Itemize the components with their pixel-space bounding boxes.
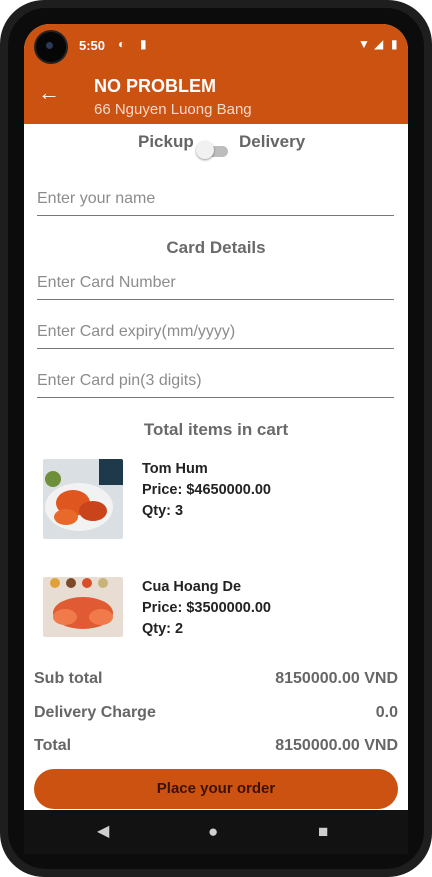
signal-icon: ◢ <box>374 37 384 51</box>
wifi-icon: ▼ <box>358 37 370 51</box>
cart-item-details: Cua Hoang De Price: $3500000.00 Qty: 2 <box>142 577 271 640</box>
place-order-button[interactable]: Place your order <box>34 769 398 809</box>
sim-card-icon: ▮ <box>140 37 147 51</box>
front-camera <box>36 32 66 62</box>
status-time: 5:50 <box>79 38 106 53</box>
toggle-thumb <box>196 141 214 159</box>
order-mode-row: Pickup Delivery <box>24 131 408 165</box>
nav-home-icon[interactable]: ● <box>208 810 218 854</box>
media-icon: ◐ <box>118 37 126 51</box>
nav-recents-icon[interactable]: ■ <box>318 810 328 854</box>
total-label: Total <box>34 737 72 754</box>
card-details-heading: Card Details <box>166 238 266 257</box>
card-expiry-placeholder: Enter Card expiry(mm/yyyy) <box>37 323 236 340</box>
pickup-label: Pickup <box>138 132 194 151</box>
status-bar: 5:50 ◐ ▮ ▼ ◢ ▮ <box>24 24 408 68</box>
item-price: Price: $3500000.00 <box>142 600 271 616</box>
delivery-charge-row: Delivery Charge 0.0 <box>34 704 398 728</box>
subtotal-row: Sub total 8150000.00 VND <box>34 670 398 694</box>
delivery-toggle[interactable] <box>196 141 228 159</box>
app-screen: 5:50 ◐ ▮ ▼ ◢ ▮ ← NO PROBLEM 66 Nguyen Lu… <box>24 24 408 854</box>
subtotal-value: 8150000.00 VND <box>275 670 398 687</box>
card-pin-input[interactable]: Enter Card pin(3 digits) <box>37 369 394 398</box>
cart-heading: Total items in cart <box>143 420 289 439</box>
back-arrow-icon[interactable]: ← <box>38 80 60 106</box>
cart-item[interactable]: Tom Hum Price: $4650000.00 Qty: 3 <box>43 459 393 539</box>
subtotal-label: Sub total <box>34 670 103 687</box>
delivery-label: Delivery <box>239 132 306 151</box>
name-input[interactable]: Enter your name <box>37 187 394 216</box>
total-row: Total 8150000.00 VND <box>34 737 398 761</box>
card-expiry-input[interactable]: Enter Card expiry(mm/yyyy) <box>37 320 394 349</box>
item-name: Tom Hum <box>142 461 208 477</box>
nav-back-icon[interactable]: ◀ <box>97 810 109 854</box>
item-qty: Qty: 2 <box>142 621 184 637</box>
lobster-image <box>43 459 123 539</box>
android-nav-bar: ◀ ● ■ <box>24 810 408 854</box>
item-name: Cua Hoang De <box>142 579 242 595</box>
item-qty: Qty: 3 <box>142 503 184 519</box>
delivery-charge-label: Delivery Charge <box>34 704 156 721</box>
cart-item[interactable]: Cua Hoang De Price: $3500000.00 Qty: 2 <box>43 577 393 657</box>
card-pin-placeholder: Enter Card pin(3 digits) <box>37 372 202 389</box>
card-number-placeholder: Enter Card Number <box>37 274 176 291</box>
name-placeholder: Enter your name <box>37 190 156 207</box>
app-bar: ← NO PROBLEM 66 Nguyen Luong Bang <box>24 68 408 124</box>
battery-icon: ▮ <box>391 37 398 51</box>
restaurant-title: NO PROBLEM <box>94 76 217 96</box>
card-number-input[interactable]: Enter Card Number <box>37 271 394 300</box>
delivery-charge-value: 0.0 <box>375 704 398 721</box>
restaurant-address: 66 Nguyen Luong Bang <box>94 101 252 118</box>
item-price: Price: $4650000.00 <box>142 482 271 498</box>
crab-image <box>43 577 123 637</box>
phone-frame: 5:50 ◐ ▮ ▼ ◢ ▮ ← NO PROBLEM 66 Nguyen Lu… <box>0 0 432 877</box>
total-value: 8150000.00 VND <box>275 737 398 754</box>
cart-item-details: Tom Hum Price: $4650000.00 Qty: 3 <box>142 459 271 522</box>
